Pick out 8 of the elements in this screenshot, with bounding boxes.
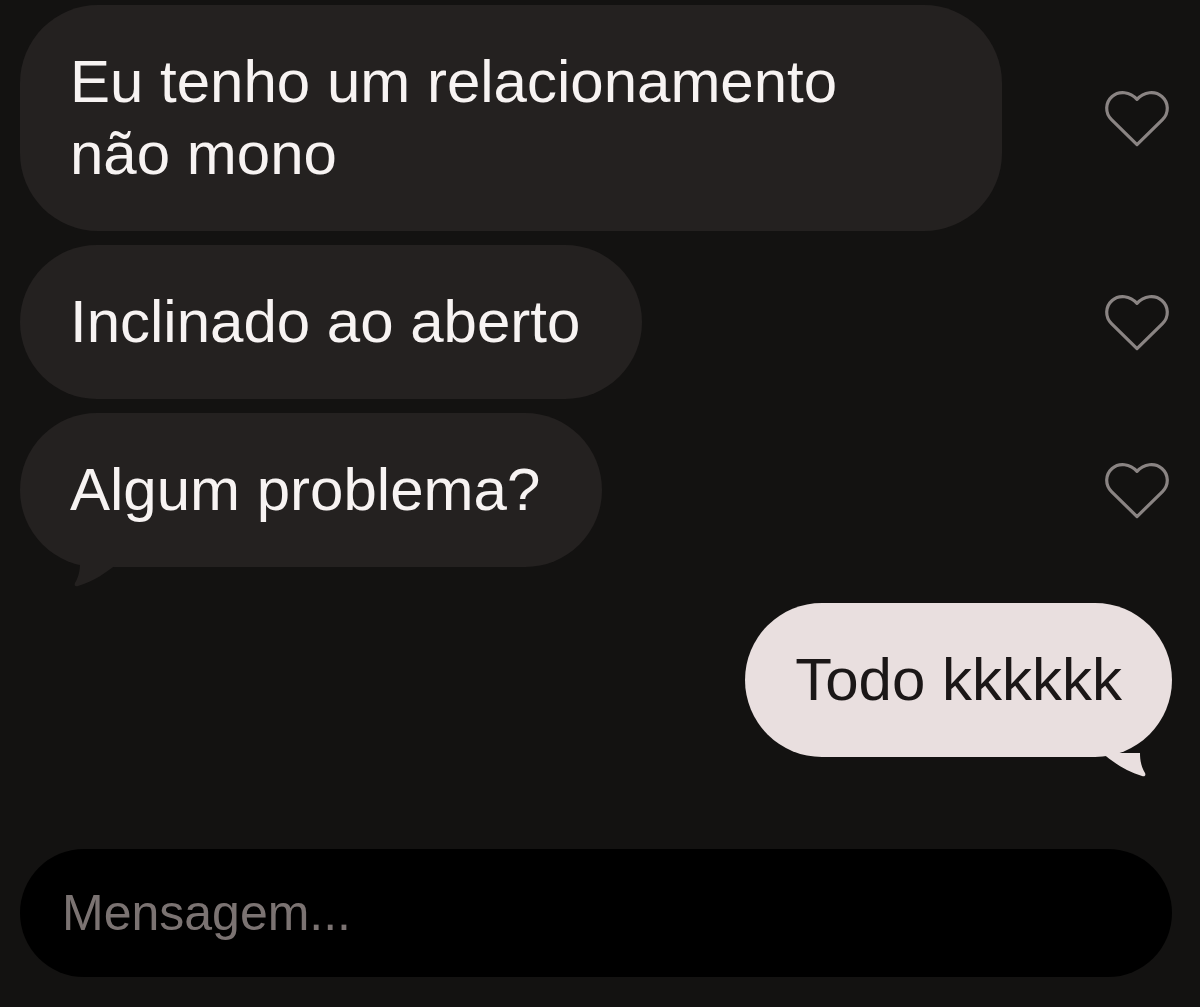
message-input[interactable]: Mensagem... — [20, 849, 1172, 977]
message-text: Eu tenho um relacionamento não mono — [70, 47, 839, 189]
message-text: Todo kkkkkk — [795, 645, 1122, 715]
message-text: Algum problema? — [70, 455, 541, 525]
message-text: Inclinado ao aberto — [70, 287, 581, 357]
heart-icon[interactable] — [1104, 461, 1170, 519]
heart-icon[interactable] — [1104, 293, 1170, 351]
heart-icon[interactable] — [1104, 89, 1170, 147]
